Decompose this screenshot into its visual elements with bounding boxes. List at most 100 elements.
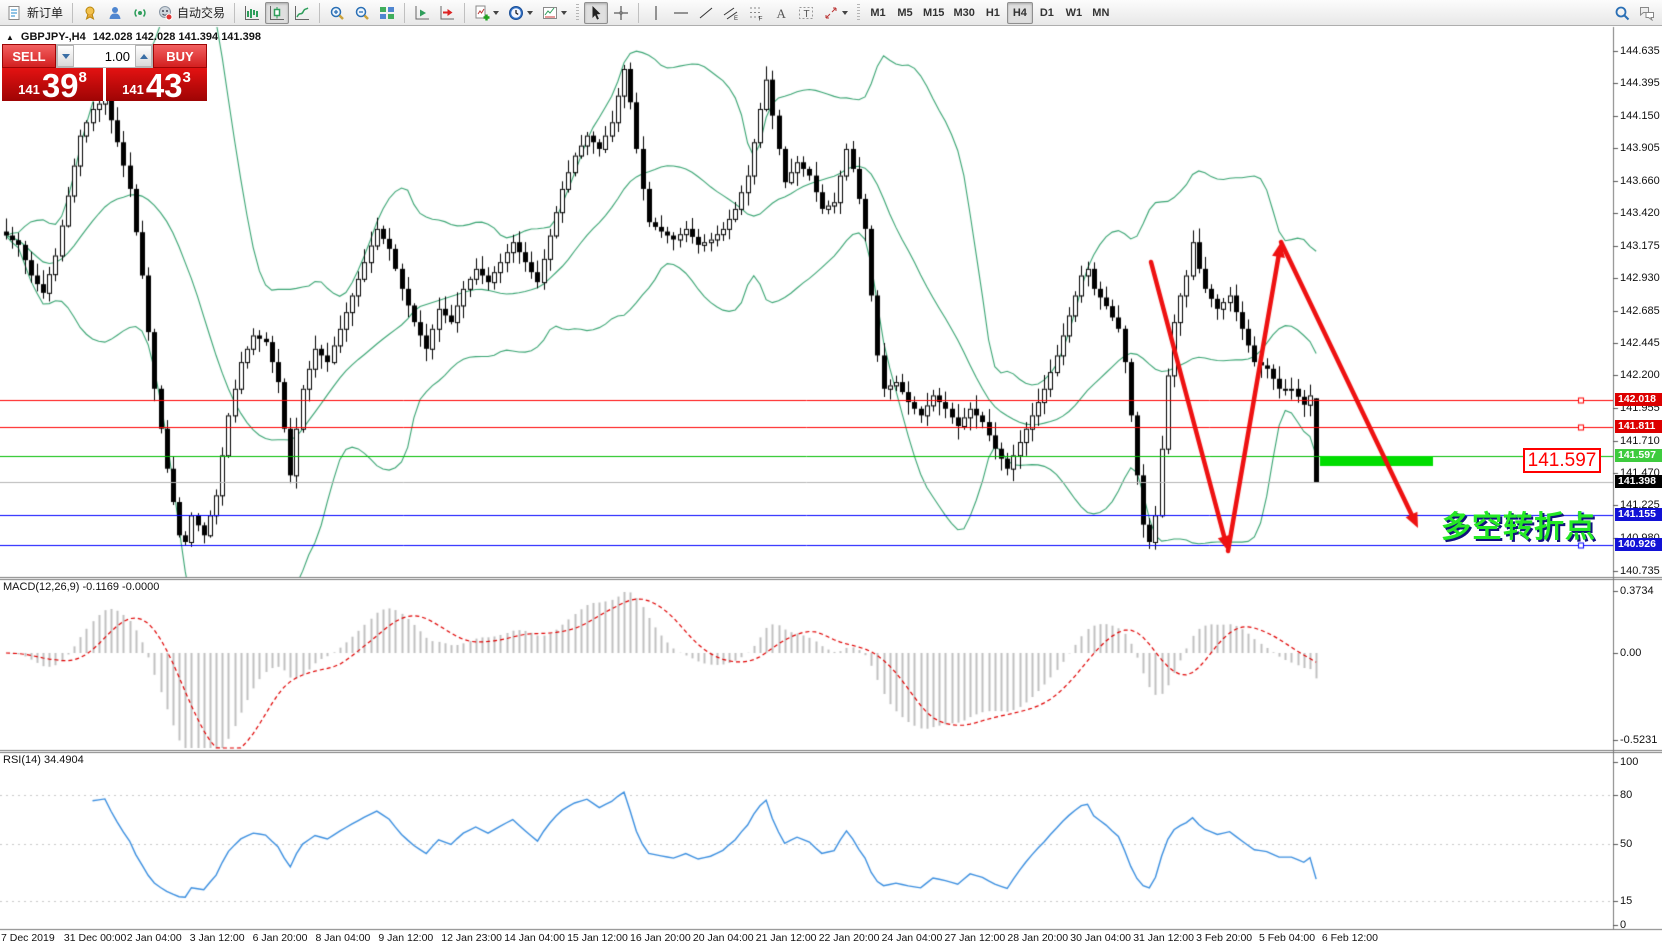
- time-axis-label: 16 Jan 20:00: [630, 932, 691, 944]
- new-order-button-label: 新订单: [27, 4, 63, 21]
- sell-button[interactable]: SELL: [2, 44, 56, 68]
- line-chart-button[interactable]: [290, 2, 314, 24]
- crosshair-button[interactable]: [609, 2, 633, 24]
- buy-button[interactable]: BUY: [153, 44, 207, 68]
- price-axis-tick: 143.175: [1620, 240, 1660, 252]
- sell-price-big: 39: [42, 72, 79, 99]
- symbol-title: GBPJPY-,H4: [21, 31, 86, 43]
- equidistant-channel-button[interactable]: E: [719, 2, 743, 24]
- auto-trading-button[interactable]: 自动交易: [153, 2, 229, 24]
- time-axis-label: 2 Jan 04:00: [127, 932, 182, 944]
- macd-axis-tick: -0.5231: [1620, 734, 1657, 746]
- indicators-button[interactable]: [470, 2, 503, 24]
- volume-increase-button[interactable]: [135, 45, 152, 67]
- price-axis-tick: 144.635: [1620, 45, 1660, 57]
- timeframe-mn-button[interactable]: MN: [1088, 2, 1114, 24]
- dropdown-caret-icon[interactable]: [527, 11, 533, 15]
- price-badge: 140.926: [1615, 538, 1662, 551]
- collapse-panel-icon[interactable]: ▲: [6, 33, 14, 42]
- zoom-in-button[interactable]: [325, 2, 349, 24]
- medal-button[interactable]: [78, 2, 102, 24]
- candlestick-button[interactable]: [265, 2, 289, 24]
- horizontal-line-button[interactable]: [669, 2, 693, 24]
- equidistant-channel-icon: E: [723, 5, 739, 21]
- chevron-up-icon: [140, 54, 148, 59]
- price-level-textbox[interactable]: 141.597: [1523, 448, 1601, 473]
- main-toolbar: 新订单 自动交易 E FAT M1M5M15M30H1H4D1W1MN: [0, 0, 1662, 26]
- new-order-icon: [7, 5, 23, 21]
- macd-axis-tick: 0.00: [1620, 647, 1641, 659]
- timeframe-m1-button[interactable]: M1: [865, 2, 891, 24]
- price-axis-tick: 142.930: [1620, 272, 1660, 284]
- periods-button[interactable]: [504, 2, 537, 24]
- price-axis-tick: 143.660: [1620, 175, 1660, 187]
- time-axis-label: 22 Jan 20:00: [819, 932, 880, 944]
- cursor-icon: [588, 5, 604, 21]
- buy-price-prefix: 141: [122, 83, 144, 96]
- buy-price-sup: 3: [183, 70, 191, 85]
- toolbar-separator: [234, 3, 235, 23]
- new-order-button[interactable]: 新订单: [3, 2, 67, 24]
- price-badge: 141.155: [1615, 508, 1662, 521]
- zoom-out-button[interactable]: [350, 2, 374, 24]
- svg-text:F: F: [759, 15, 763, 21]
- sell-price-prefix: 141: [18, 83, 40, 96]
- templates-button[interactable]: [538, 2, 571, 24]
- vertical-line-button[interactable]: [644, 2, 668, 24]
- horizontal-line-icon: [673, 5, 689, 21]
- timeframe-d1-button[interactable]: D1: [1034, 2, 1060, 24]
- line-chart-icon: [294, 5, 310, 21]
- time-axis-label: 7 Dec 2019: [1, 932, 55, 944]
- timeframe-w1-button[interactable]: W1: [1061, 2, 1087, 24]
- timeframe-h1-button[interactable]: H1: [980, 2, 1006, 24]
- search-button[interactable]: [1610, 2, 1634, 24]
- fibonacci-icon: F: [748, 5, 764, 21]
- time-axis-label: 3 Jan 12:00: [190, 932, 245, 944]
- search-icon: [1614, 5, 1630, 21]
- timeframe-m30-button[interactable]: M30: [949, 2, 978, 24]
- cursor-button[interactable]: [584, 2, 608, 24]
- time-axis-label: 21 Jan 12:00: [756, 932, 817, 944]
- fibonacci-button[interactable]: F: [744, 2, 768, 24]
- buy-price-display[interactable]: 141 43 3: [106, 68, 207, 101]
- auto-trading-button-label: 自动交易: [177, 4, 225, 21]
- toolbar-separator: [464, 3, 465, 23]
- bar-chart-button[interactable]: [240, 2, 264, 24]
- chart-canvas[interactable]: [0, 0, 1662, 947]
- chat-button[interactable]: [1635, 2, 1659, 24]
- tile-windows-button[interactable]: [375, 2, 399, 24]
- dropdown-caret-icon[interactable]: [493, 11, 499, 15]
- buy-price-big: 43: [146, 72, 183, 99]
- rsi-axis-tick: 15: [1620, 895, 1632, 907]
- timeframe-m15-button[interactable]: M15: [919, 2, 948, 24]
- dropdown-caret-icon[interactable]: [842, 11, 848, 15]
- trend-line-button[interactable]: [694, 2, 718, 24]
- time-axis-label: 28 Jan 20:00: [1007, 932, 1068, 944]
- volume-decrease-button[interactable]: [57, 45, 74, 67]
- macd-values: -0.1169 -0.0000: [82, 581, 159, 593]
- volume-box: [56, 44, 153, 68]
- time-axis-label: 20 Jan 04:00: [693, 932, 754, 944]
- toolbar-separator: [404, 3, 405, 23]
- timeframe-m5-button[interactable]: M5: [892, 2, 918, 24]
- auto-scroll-button[interactable]: [410, 2, 434, 24]
- dropdown-caret-icon[interactable]: [561, 11, 567, 15]
- time-axis-label: 30 Jan 04:00: [1070, 932, 1131, 944]
- user-button[interactable]: [103, 2, 127, 24]
- price-axis-tick: 141.710: [1620, 435, 1660, 447]
- vertical-line-icon: [648, 5, 664, 21]
- turning-point-annotation[interactable]: 多空转折点: [1441, 502, 1596, 546]
- chart-shift-button[interactable]: [435, 2, 459, 24]
- timeframe-h4-button[interactable]: H4: [1007, 2, 1033, 24]
- bar-chart-icon: [244, 5, 260, 21]
- volume-input[interactable]: [74, 45, 135, 67]
- broadcast-button[interactable]: [128, 2, 152, 24]
- user-icon: [107, 5, 123, 21]
- candlestick-icon: [269, 5, 285, 21]
- price-axis-tick: 143.420: [1620, 207, 1660, 219]
- text-button[interactable]: A: [769, 2, 793, 24]
- arrows-button[interactable]: [819, 2, 852, 24]
- sell-price-display[interactable]: 141 39 8: [2, 68, 103, 101]
- text-label-button[interactable]: T: [794, 2, 818, 24]
- price-badge: 141.597: [1615, 449, 1662, 462]
